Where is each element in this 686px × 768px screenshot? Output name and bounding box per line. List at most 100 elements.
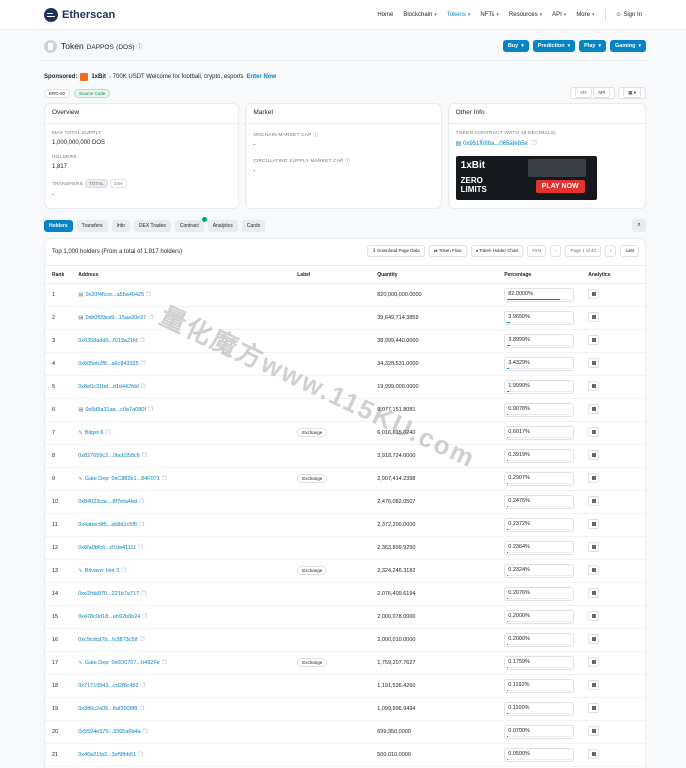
copy-icon[interactable]: ❐	[142, 453, 147, 459]
nav-more[interactable]: More	[576, 12, 594, 18]
nav-nfts[interactable]: NFTs	[480, 12, 499, 18]
transfers-total-pill[interactable]: TOTAL	[84, 179, 108, 188]
holder-address-link[interactable]: 0x827659c2...0bcb358c6	[78, 453, 139, 459]
analytics-chart-icon[interactable]	[588, 473, 600, 483]
copy-icon[interactable]: ❐	[162, 476, 167, 482]
holder-address-link[interactable]: Bitget 6	[85, 430, 104, 436]
first-page-button[interactable]: First	[527, 245, 546, 257]
copy-icon[interactable]: ❐	[146, 292, 151, 298]
analytics-chart-icon[interactable]	[588, 565, 600, 575]
analytics-chart-icon[interactable]	[588, 496, 600, 506]
copy-icon[interactable]: ❐	[139, 522, 144, 528]
api-button[interactable]: </> API	[570, 87, 616, 99]
holder-address-link[interactable]: 0xb0f09ea9...15aa30e37	[85, 315, 146, 321]
holder-address-link[interactable]: 0x8e0c31bd...d1d442fdd	[78, 384, 139, 390]
analytics-chart-icon[interactable]	[588, 749, 600, 759]
copy-icon[interactable]: ❐	[138, 752, 143, 758]
holder-address-link[interactable]: 0x386c2a05...8af3508f8	[78, 706, 137, 712]
copy-icon[interactable]: ❐	[143, 729, 148, 735]
analytics-chart-icon[interactable]	[588, 680, 600, 690]
prediction-button[interactable]: Prediction	[532, 40, 576, 52]
analytics-chart-icon[interactable]	[588, 335, 600, 345]
analytics-chart-icon[interactable]	[588, 450, 600, 460]
analytics-chart-icon[interactable]	[588, 404, 600, 414]
holder-address-link[interactable]: 0x84023cac...8f7efa4bd	[78, 499, 137, 505]
nav-resources[interactable]: Resources	[509, 12, 542, 18]
analytics-chart-icon[interactable]	[588, 312, 600, 322]
holder-address-link[interactable]: 0xc9cdcd7b...fc3873c58	[78, 637, 137, 643]
sponsor-brand[interactable]: 1xBit	[91, 74, 106, 80]
next-page-button[interactable]: ›	[604, 245, 617, 257]
copy-icon[interactable]: ❐	[162, 660, 167, 666]
tab-contract[interactable]: Contract	[174, 216, 207, 232]
tab-analytics[interactable]: Analytics	[207, 219, 238, 232]
nav-blockchain[interactable]: Blockchain	[403, 12, 437, 18]
copy-icon[interactable]: ❐	[141, 361, 146, 367]
search-icon[interactable]: ⌕	[632, 219, 646, 232]
transfers-24h-pill[interactable]: 24H	[109, 179, 127, 188]
analytics-chart-icon[interactable]	[588, 726, 600, 736]
buy-button[interactable]: Buy	[502, 40, 529, 52]
exchange-label-badge[interactable]: Exchange	[297, 428, 328, 437]
tab-transfers[interactable]: Transfers	[76, 219, 108, 232]
analytics-chart-icon[interactable]	[588, 588, 600, 598]
last-page-button[interactable]: Last	[620, 245, 639, 257]
exchange-label-badge[interactable]: Exchange	[297, 474, 328, 483]
tab-dex-trades[interactable]: DEX Trades	[133, 219, 171, 232]
copy-icon[interactable]: ❐	[138, 545, 143, 551]
copy-icon[interactable]: ❐	[121, 568, 126, 574]
analytics-chart-icon[interactable]	[588, 519, 600, 529]
analytics-chart-icon[interactable]	[588, 289, 600, 299]
copy-icon[interactable]: ❐	[139, 706, 144, 712]
token-flow-button[interactable]: ⇄ Token Flow	[428, 245, 467, 257]
analytics-chart-icon[interactable]	[588, 634, 600, 644]
erc20-tag[interactable]: ERC-20	[44, 88, 71, 98]
holder-address-link[interactable]: Gate.Dep: 0x0D0707...b492Fe	[85, 660, 160, 666]
nav-tokens[interactable]: Tokens	[447, 12, 471, 18]
copy-icon[interactable]: ❐	[141, 591, 146, 597]
holder-address-link[interactable]: 0xe2fda970...221b7a717	[78, 591, 139, 597]
analytics-chart-icon[interactable]	[588, 611, 600, 621]
holder-address-link[interactable]: 0x6d8a31ae...c0e7a080f	[85, 407, 146, 413]
holder-address-link[interactable]: 0x5594e570...3365a6b4a	[78, 729, 140, 735]
tab-info[interactable]: Info	[111, 219, 130, 232]
ad-play-now-button[interactable]: PLAY NOW	[535, 180, 585, 193]
tab-cards[interactable]: Cards	[241, 219, 266, 232]
copy-icon[interactable]: ❐	[531, 141, 536, 147]
analytics-chart-icon[interactable]	[588, 703, 600, 713]
analytics-chart-icon[interactable]	[588, 358, 600, 368]
info-icon[interactable]: ⓘ	[137, 45, 143, 51]
copy-icon[interactable]: ❐	[148, 315, 153, 321]
holder-address-link[interactable]: 0x4abec9f5...ab8d1c5f8	[78, 522, 137, 528]
sponsor-cta-link[interactable]: Enter Now	[247, 74, 277, 80]
analytics-chart-icon[interactable]	[588, 381, 600, 391]
more-options-button[interactable]: ▦ ▾	[618, 87, 646, 99]
holder-address-link[interactable]: Bitvavo: Hot 3	[85, 568, 119, 574]
nav-api[interactable]: API	[552, 12, 566, 18]
token-holder-chart-button[interactable]: ◕ Token Holder Chart	[470, 245, 524, 257]
copy-icon[interactable]: ❐	[142, 614, 147, 620]
analytics-chart-icon[interactable]	[588, 542, 600, 552]
holder-address-link[interactable]: 0x20f4fcce...a5ba40425	[85, 292, 144, 298]
play-button[interactable]: Play	[579, 40, 606, 52]
holder-address-link[interactable]: 0x6fa0bfc6...d7da41111	[78, 545, 136, 551]
exchange-label-badge[interactable]: Exchange	[297, 566, 328, 575]
prev-page-button[interactable]: ‹	[549, 245, 562, 257]
copy-icon[interactable]: ❐	[140, 683, 145, 689]
info-icon[interactable]: ⓘ	[345, 159, 350, 164]
download-page-data-button[interactable]: ↧ Download Page Data	[367, 245, 425, 257]
holder-address-link[interactable]: 0x478c0d18...eb92b0b24	[78, 614, 140, 620]
tab-holders[interactable]: Holders	[44, 219, 73, 232]
source-code-tag[interactable]: Source Code	[74, 88, 111, 98]
info-icon[interactable]: ⓘ	[313, 133, 318, 138]
holder-address-link[interactable]: Gate.Dep: 0xC882b1...84F071	[85, 476, 160, 482]
analytics-chart-icon[interactable]	[588, 657, 600, 667]
etherscan-logo[interactable]: Etherscan	[44, 7, 115, 22]
1xbit-ad-banner[interactable]: 1xBit ZERO LIMITS PLAY NOW	[455, 156, 597, 200]
copy-icon[interactable]: ❐	[141, 384, 146, 390]
holder-address-link[interactable]: 0x71719543...cd2f8c463	[78, 683, 138, 689]
exchange-label-badge[interactable]: Exchange	[297, 658, 328, 667]
copy-icon[interactable]: ❐	[106, 430, 111, 436]
nav-home[interactable]: Home	[377, 12, 393, 18]
sign-in-link[interactable]: ☺ Sign In	[616, 12, 643, 18]
